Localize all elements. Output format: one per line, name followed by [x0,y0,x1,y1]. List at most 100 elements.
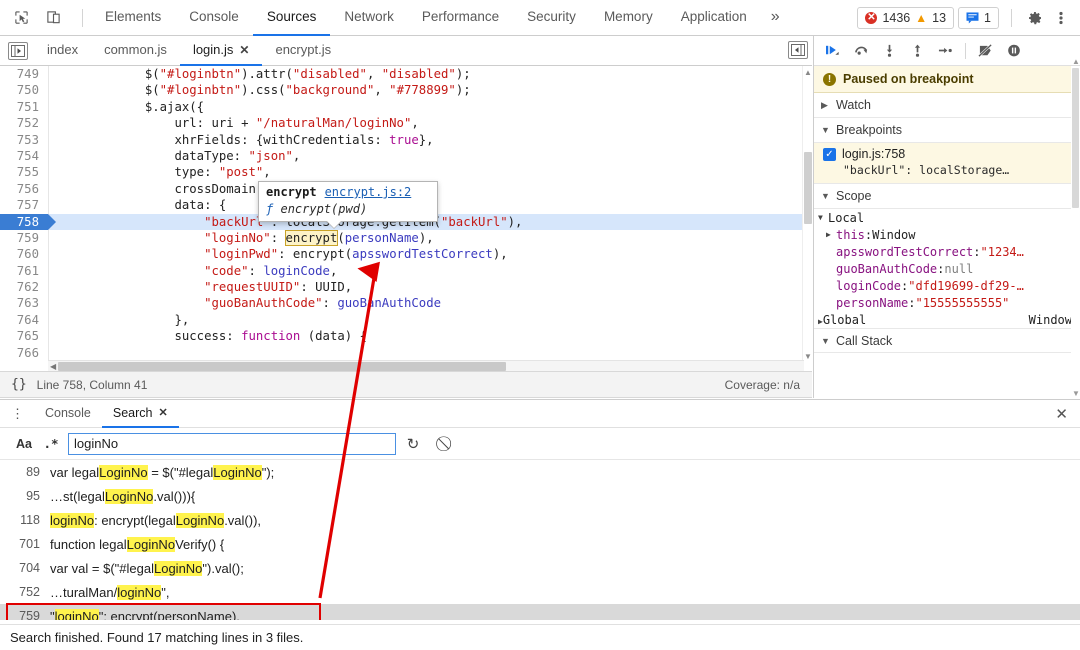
show-debugger-icon[interactable] [788,41,808,59]
line-number[interactable]: 764 [0,312,48,328]
file-tab-login-js[interactable]: login.js ✕ [180,36,263,66]
code-line[interactable]: 765 success: function (data) { [0,328,812,344]
line-number[interactable]: 753 [0,132,48,148]
line-number[interactable]: 760 [0,246,48,262]
search-input[interactable] [68,433,396,455]
step-over-icon[interactable] [848,39,874,63]
line-number[interactable]: 761 [0,263,48,279]
step-icon[interactable] [932,39,958,63]
refresh-icon[interactable]: ↻ [396,435,430,453]
scope-variable-row[interactable]: apsswordTestCorrect: "1234… [814,243,1080,260]
line-number[interactable]: 749 [0,66,48,82]
line-number[interactable]: 766 [0,345,48,361]
pretty-print-icon[interactable]: {} [0,377,37,392]
code-line[interactable]: 761 "code": loginCode, [0,263,812,279]
scope-global-row[interactable]: ▶Global Window [814,311,1080,328]
tab-console[interactable]: Console [175,0,253,36]
step-into-icon[interactable] [876,39,902,63]
kebab-menu-icon[interactable] [1050,7,1072,29]
line-number[interactable]: 751 [0,99,48,115]
scroll-down-icon[interactable]: ▼ [1072,389,1080,398]
clear-icon[interactable]: ⃠ [430,435,464,452]
more-tabs-chevron-icon[interactable]: » [761,0,790,36]
tab-elements[interactable]: Elements [91,0,175,36]
drawer-tab-search[interactable]: Search ✕ [102,400,179,428]
search-result-row[interactable]: 701function legalLoginNoVerify() { [0,532,1080,556]
section-call-stack[interactable]: ▼ Call Stack [814,328,1080,353]
code-line[interactable]: 750 $("#loginbtn").css("background", "#7… [0,82,812,98]
tab-sources[interactable]: Sources [253,0,331,36]
line-number[interactable]: 756 [0,181,48,197]
scope-local-header[interactable]: ▼ Local [814,209,1080,226]
scroll-up-icon[interactable]: ▲ [804,68,812,77]
tab-performance[interactable]: Performance [408,0,513,36]
section-breakpoints[interactable]: ▼ Breakpoints [814,118,1080,143]
scope-variable-row[interactable]: personName: "15555555555" [814,294,1080,311]
drawer-tab-console[interactable]: Console [34,400,102,428]
tooltip-source-link[interactable]: encrypt.js:2 [325,185,412,199]
file-tab-encrypt-js[interactable]: encrypt.js [262,36,344,66]
search-result-row[interactable]: 95…st(legalLoginNo.val())){ [0,484,1080,508]
line-number[interactable]: 757 [0,197,48,213]
vertical-scroll-thumb[interactable] [804,152,812,224]
line-number[interactable]: 758 [0,214,48,230]
issue-counters[interactable]: ✕ 1436 ▲ 13 [857,7,954,29]
tab-application[interactable]: Application [667,0,761,36]
search-result-row[interactable]: 752…turalMan/loginNo", [0,580,1080,604]
section-scope[interactable]: ▼ Scope [814,184,1080,209]
close-drawer-icon[interactable]: ✕ [1055,405,1068,423]
show-navigator-icon[interactable] [8,42,28,60]
line-number[interactable]: 752 [0,115,48,131]
file-tab-index[interactable]: index [34,36,91,66]
editor-horizontal-scrollbar[interactable]: ◀ [48,360,804,371]
code-line[interactable]: 763 "guoBanAuthCode": guoBanAuthCode [0,295,812,311]
debugger-scroll-thumb[interactable] [1072,68,1079,208]
code-line[interactable]: 759 "loginNo": encrypt(personName), [0,230,812,246]
code-line[interactable]: 753 xhrFields: {withCredentials: true}, [0,132,812,148]
scroll-up-icon[interactable]: ▲ [1072,57,1080,66]
scroll-left-icon[interactable]: ◀ [50,362,56,371]
tab-security[interactable]: Security [513,0,590,36]
code-line[interactable]: 754 dataType: "json", [0,148,812,164]
editor-vertical-scrollbar[interactable]: ▲ ▼ [802,66,812,363]
code-line[interactable]: 755 type: "post", [0,164,812,180]
code-line[interactable]: 764 }, [0,312,812,328]
line-number[interactable]: 759 [0,230,48,246]
debugger-scrollbar[interactable]: ▲ ▼ [1071,66,1080,398]
device-toolbar-icon[interactable] [42,7,64,29]
more-options-icon[interactable]: ⋮ [0,409,34,419]
pause-on-exceptions-icon[interactable] [1001,39,1027,63]
line-number[interactable]: 754 [0,148,48,164]
chevron-right-icon[interactable]: ▶ [826,230,836,239]
scope-variable-row[interactable]: guoBanAuthCode: null [814,260,1080,277]
code-line[interactable]: 749 $("#loginbtn").attr("disabled", "dis… [0,66,812,82]
line-number[interactable]: 755 [0,164,48,180]
search-result-row[interactable]: 89var legalLoginNo = $("#legalLoginNo"); [0,460,1080,484]
close-icon[interactable]: ✕ [158,406,167,419]
search-result-row[interactable]: 704var val = $("#legalLoginNo").val(); [0,556,1080,580]
search-result-row[interactable]: 759"loginNo": encrypt(personName), [0,604,1080,620]
line-number[interactable]: 762 [0,279,48,295]
line-number[interactable]: 763 [0,295,48,311]
close-icon[interactable]: ✕ [239,43,249,57]
code-line[interactable]: 762 "requestUUID": UUID, [0,279,812,295]
breakpoint-checkbox[interactable]: ✓ [823,148,836,161]
message-counter[interactable]: 1 [958,7,999,29]
section-watch[interactable]: ▶ Watch [814,93,1080,118]
gear-icon[interactable] [1024,7,1046,29]
scroll-down-icon[interactable]: ▼ [804,352,812,361]
code-line[interactable]: 752 url: uri + "/naturalMan/loginNo", [0,115,812,131]
scope-variable-row[interactable]: loginCode: "dfd19699-df29-… [814,277,1080,294]
regex-toggle[interactable]: .* [38,436,64,451]
resume-script-icon[interactable] [820,39,846,63]
code-line[interactable]: 760 "loginPwd": encrypt(apsswordTestCorr… [0,246,812,262]
search-result-row[interactable]: 118loginNo: encrypt(legalLoginNo.val()), [0,508,1080,532]
code-line[interactable]: 751 $.ajax({ [0,99,812,115]
file-tab-common-js[interactable]: common.js [91,36,180,66]
scope-variable-row[interactable]: ▶this: Window [814,226,1080,243]
breakpoint-item[interactable]: ✓ login.js:758 "backUrl": localStorage… [814,143,1080,184]
tab-network[interactable]: Network [330,0,408,36]
horizontal-scroll-thumb[interactable] [58,362,506,371]
match-case-toggle[interactable]: Aa [10,437,38,451]
line-number[interactable]: 765 [0,328,48,344]
